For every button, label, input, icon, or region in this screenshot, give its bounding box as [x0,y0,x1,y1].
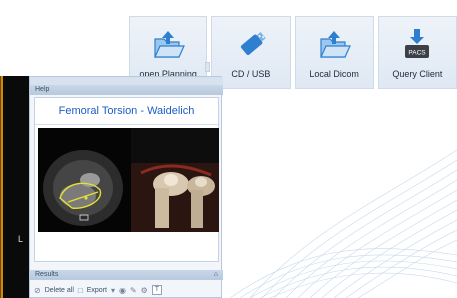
viewer-edge-strip: L [0,76,30,298]
help-content: Femoral Torsion - Waidelich [34,97,219,262]
tile-label: CD / USB [231,69,271,79]
results-header[interactable]: Results ⌂ [30,270,223,280]
export-caret-icon[interactable]: ▾ [111,286,115,295]
folder-open-arrow-icon [154,31,186,58]
delete-all-button[interactable]: Delete all [45,287,74,294]
help-title: Femoral Torsion - Waidelich [35,98,218,125]
folder-open-arrow-icon [320,31,352,58]
help-panel: Help Femoral Torsion - Waidelich Results… [29,76,223,298]
tile-label: Local Dicom [309,69,359,79]
eye-icon[interactable]: ◉ [119,286,126,295]
settings-icon[interactable]: ⚙ [141,286,148,295]
pencil-icon[interactable]: ✎ [130,286,137,295]
tile-label: Query Client [392,69,443,79]
scroll-handle[interactable] [205,62,210,72]
pacs-badge-text: PACS [409,50,427,57]
text-tool-button[interactable]: T [151,285,162,295]
results-label: Results [35,271,59,278]
query-client-button[interactable]: PACS Query Client [377,16,457,89]
help-header[interactable]: Help [30,85,223,95]
pacs-download-icon: PACS [405,29,430,58]
help-images [38,128,219,232]
cd-usb-button[interactable]: CD / USB [211,16,291,89]
panel-tab-strip [30,77,223,85]
usb-drive-icon [240,32,266,55]
strip-letter: L [18,234,24,244]
ct-scan-image [38,128,131,232]
export-icon: □ [77,285,83,295]
results-toolbar: ⊘ Delete all □ Export ▾ ◉ ✎ ⚙ T [30,283,223,297]
pin-icon[interactable]: ⌂ [214,270,218,280]
export-button[interactable]: Export [87,287,107,294]
local-dicom-button[interactable]: Local Dicom [294,16,374,89]
3d-bone-render-image [131,128,219,232]
delete-all-icon: ⊘ [34,285,41,295]
